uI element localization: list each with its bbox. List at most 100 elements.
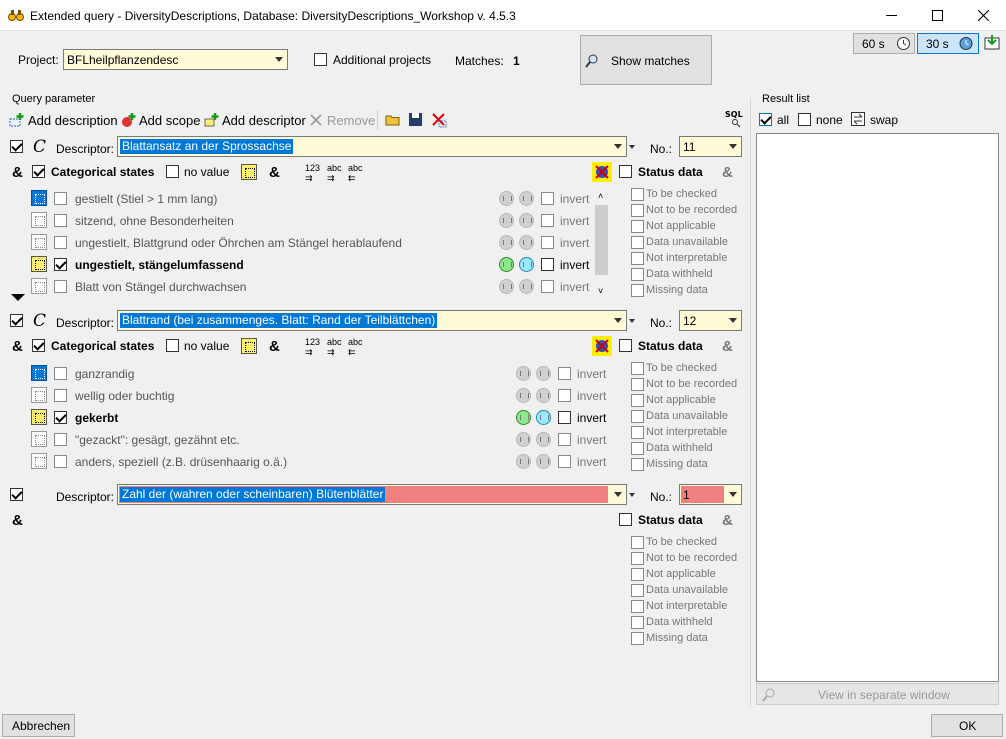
export-button[interactable] [983, 33, 1003, 54]
status-checkbox[interactable] [631, 236, 644, 249]
bars-icon[interactable] [519, 257, 534, 272]
state-checkbox[interactable] [54, 455, 67, 468]
bars-icon[interactable] [536, 410, 551, 425]
block1-categorical-checkbox[interactable] [32, 165, 45, 178]
block1-status-and-operator[interactable]: & [722, 164, 733, 181]
ok-button[interactable]: OK [931, 714, 1003, 737]
result-listbox[interactable] [756, 133, 999, 682]
scroll-down-icon[interactable]: ˅ [598, 286, 603, 296]
sort-alpha-icon[interactable]: abc ⇉ [327, 163, 342, 184]
result-none-checkbox[interactable] [798, 113, 811, 126]
status-checkbox[interactable] [631, 410, 644, 423]
block2-status-highlight-icon[interactable] [592, 336, 612, 356]
list-item[interactable]: "gezackt": gesägt, gezähnt etc. invert [28, 427, 628, 449]
invert-checkbox[interactable] [541, 214, 554, 227]
list-item[interactable]: ungestielt, Blattgrund oder Öhrchen am S… [28, 230, 611, 252]
bars-icon[interactable] [536, 388, 551, 403]
status-checkbox[interactable] [631, 252, 644, 265]
block3-and-operator[interactable]: & [12, 512, 23, 529]
block2-states-and-operator[interactable]: & [269, 338, 280, 355]
status-checkbox[interactable] [631, 458, 644, 471]
block1-menu-arrow-icon[interactable] [629, 145, 635, 149]
bars-icon[interactable] [519, 235, 534, 250]
sort-alpha-reverse-icon[interactable]: abc ⇇ [348, 337, 363, 358]
block2-status-and-operator[interactable]: & [722, 338, 733, 355]
remove-button[interactable]: Remove [327, 113, 375, 128]
block1-status-checkbox[interactable] [619, 165, 632, 178]
state-checkbox[interactable] [54, 258, 67, 271]
invert-checkbox[interactable] [558, 389, 571, 402]
project-combo[interactable]: BFLheilpflanzendesc [63, 49, 288, 70]
state-icon[interactable] [31, 431, 47, 447]
frequency-icon[interactable] [499, 279, 514, 294]
block2-no-combo[interactable]: 12 [679, 310, 742, 331]
state-checkbox[interactable] [54, 280, 67, 293]
block1-enable-checkbox[interactable] [10, 140, 23, 153]
invert-checkbox[interactable] [558, 455, 571, 468]
block2-status-checkbox[interactable] [619, 339, 632, 352]
bars-icon[interactable] [519, 279, 534, 294]
block3-enable-checkbox[interactable] [10, 488, 23, 501]
block1-no-value-checkbox[interactable] [166, 165, 179, 178]
frequency-icon[interactable] [499, 235, 514, 250]
state-icon[interactable] [31, 453, 47, 469]
block2-descriptor-combo[interactable]: Blattrand (bei zusammenges. Blatt: Rand … [117, 310, 627, 331]
block1-descriptor-combo[interactable]: Blattansatz an der Sprossachse [117, 136, 627, 157]
save-icon[interactable] [408, 112, 423, 127]
list-item[interactable]: ungestielt, stängelumfassend invert [28, 252, 611, 274]
scroll-up-icon[interactable]: ˄ [598, 191, 603, 201]
state-icon[interactable] [31, 190, 47, 206]
add-descriptor-button[interactable]: Add descriptor [222, 113, 306, 128]
frequency-icon[interactable] [516, 432, 531, 447]
list-item[interactable]: wellig oder buchtig invert [28, 383, 628, 405]
state-icon[interactable] [31, 278, 47, 294]
state-checkbox[interactable] [54, 367, 67, 380]
invert-checkbox[interactable] [541, 192, 554, 205]
status-checkbox[interactable] [631, 220, 644, 233]
clear-icon[interactable] [431, 112, 447, 128]
list-item[interactable]: anders, speziell (z.B. drüsenhaarig o.ä.… [28, 449, 628, 471]
status-checkbox[interactable] [631, 426, 644, 439]
maximize-button[interactable] [914, 0, 960, 31]
bars-icon[interactable] [536, 454, 551, 469]
chevron-down-icon[interactable] [724, 137, 741, 156]
show-matches-button[interactable]: Show matches [580, 35, 712, 85]
state-checkbox[interactable] [54, 236, 67, 249]
invert-checkbox[interactable] [558, 367, 571, 380]
state-checkbox[interactable] [54, 411, 67, 424]
state-checkbox[interactable] [54, 192, 67, 205]
frequency-icon[interactable] [516, 410, 531, 425]
invert-checkbox[interactable] [541, 280, 554, 293]
block2-state-toggle-icon[interactable] [241, 338, 257, 354]
state-icon[interactable] [31, 212, 47, 228]
sort-numeric-icon[interactable]: 123 ⇉ [305, 163, 320, 184]
status-checkbox[interactable] [631, 394, 644, 407]
timer-60-button[interactable]: 60 s [853, 33, 915, 54]
list-item[interactable]: sitzend, ohne Besonderheiten invert [28, 208, 611, 230]
frequency-icon[interactable] [516, 388, 531, 403]
status-checkbox[interactable] [631, 552, 644, 565]
status-checkbox[interactable] [631, 442, 644, 455]
block2-and-operator[interactable]: & [12, 338, 23, 355]
frequency-icon[interactable] [499, 257, 514, 272]
status-checkbox[interactable] [631, 284, 644, 297]
bars-icon[interactable] [519, 191, 534, 206]
frequency-icon[interactable] [516, 366, 531, 381]
state-checkbox[interactable] [54, 389, 67, 402]
sort-numeric-icon[interactable]: 123 ⇉ [305, 337, 320, 358]
swap-icon[interactable] [851, 112, 865, 126]
state-icon[interactable] [31, 256, 47, 272]
sql-icon[interactable]: SQL [725, 110, 743, 127]
block3-descriptor-combo[interactable]: Zahl der (wahren oder scheinbaren) Blüte… [117, 484, 627, 505]
result-all-checkbox[interactable] [759, 113, 772, 126]
add-description-button[interactable]: Add description [28, 113, 118, 128]
status-checkbox[interactable] [631, 616, 644, 629]
status-checkbox[interactable] [631, 188, 644, 201]
bars-icon[interactable] [519, 213, 534, 228]
block2-no-value-checkbox[interactable] [166, 339, 179, 352]
status-checkbox[interactable] [631, 362, 644, 375]
frequency-icon[interactable] [499, 191, 514, 206]
open-folder-icon[interactable] [385, 112, 401, 127]
list-item[interactable]: ganzrandig invert [28, 361, 628, 383]
list-item[interactable]: gestielt (Stiel > 1 mm lang) invert [28, 186, 611, 208]
